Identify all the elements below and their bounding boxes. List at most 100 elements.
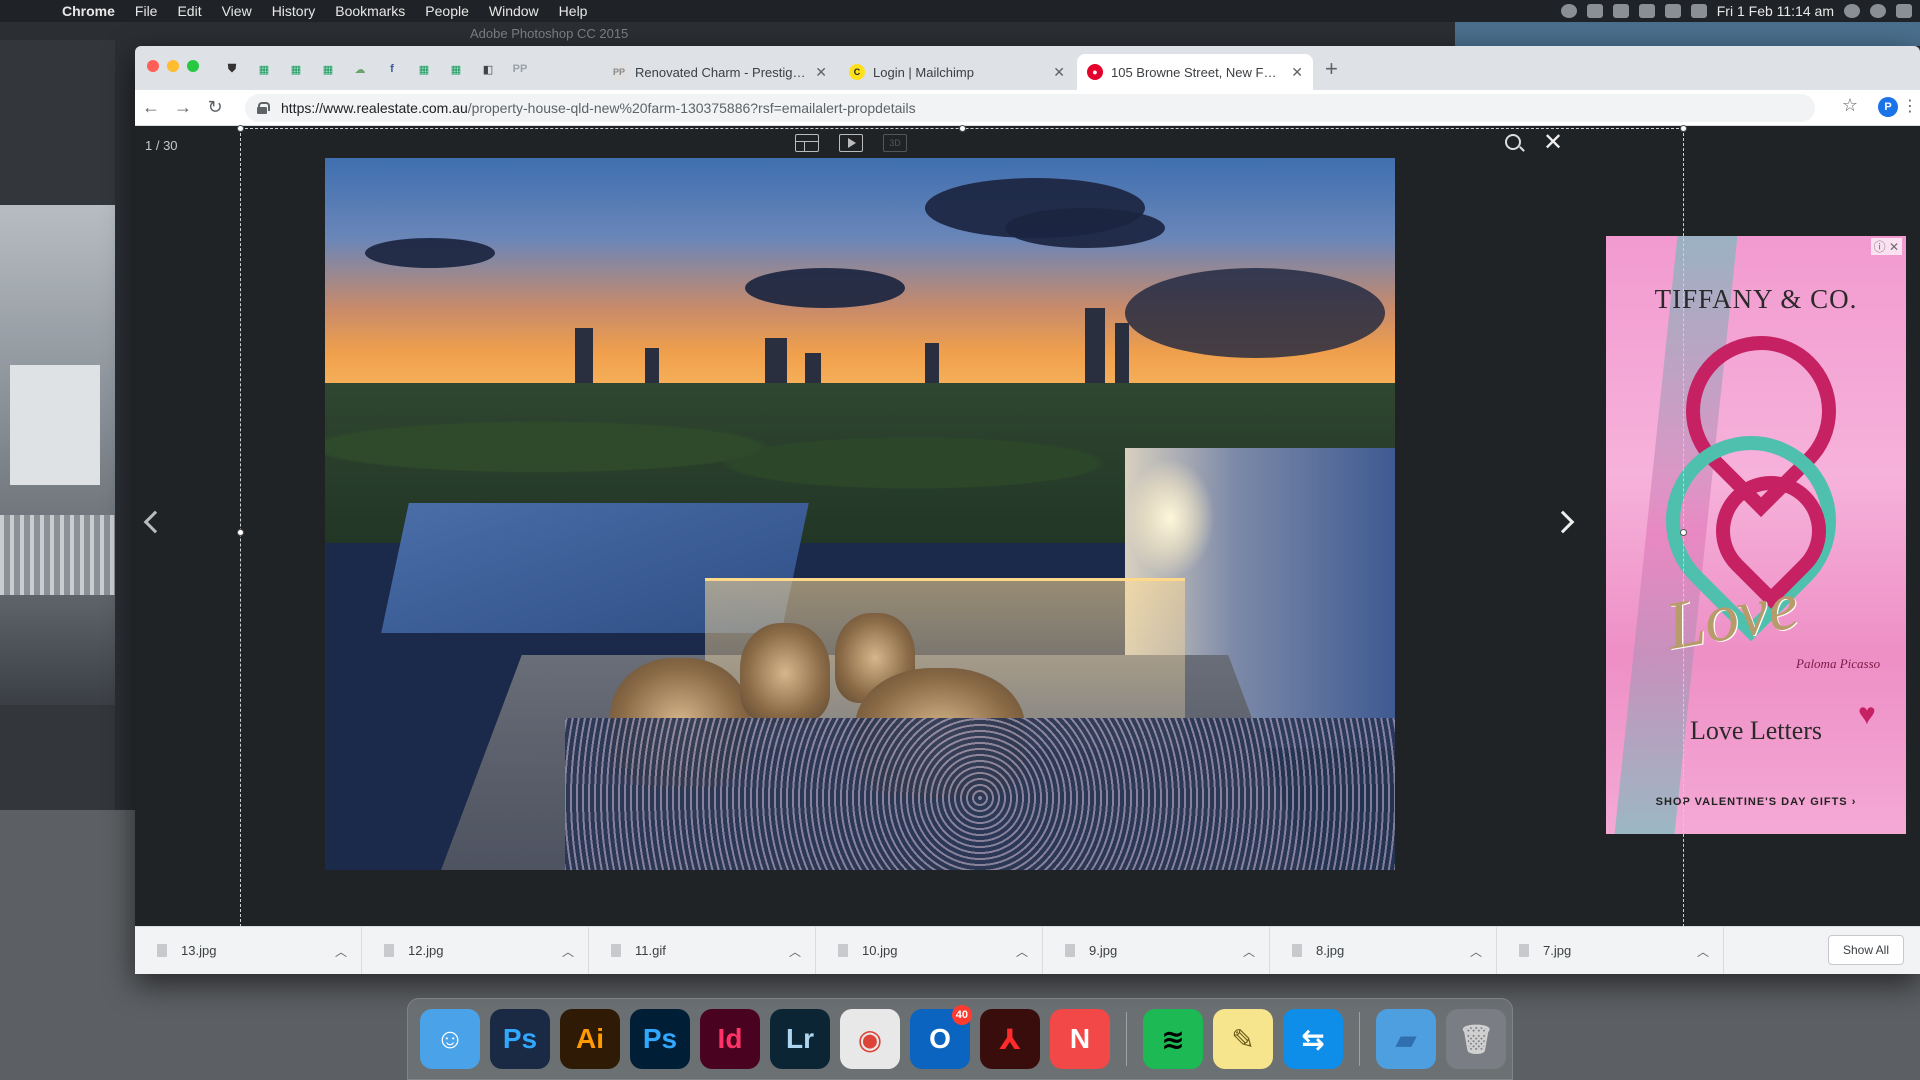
close-window-button[interactable] (147, 60, 159, 72)
photoshop-title: Adobe Photoshop CC 2015 (470, 26, 629, 41)
siri-icon[interactable] (1870, 4, 1886, 18)
download-item[interactable]: 7.jpg ︿ (1497, 926, 1724, 974)
selection-handle[interactable] (1680, 125, 1687, 132)
eject-icon[interactable] (1664, 4, 1681, 18)
dock-photoshop-icon[interactable]: Ps (630, 1009, 690, 1069)
menu-people[interactable]: People (415, 3, 479, 19)
tour-3d-icon[interactable]: 3D (883, 134, 907, 152)
previous-photo-icon[interactable] (143, 510, 167, 534)
ad-cta[interactable]: SHOP VALENTINE'S DAY GIFTS › (1606, 796, 1906, 808)
download-item[interactable]: 9.jpg ︿ (1043, 926, 1270, 974)
chevron-up-icon[interactable]: ︿ (1243, 943, 1255, 960)
dock-finder-icon[interactable]: ☺ (420, 1009, 480, 1069)
menu-help[interactable]: Help (549, 3, 598, 19)
tab-105-browne-street[interactable]: ● 105 Browne Street, New Farm, ✕ (1077, 54, 1313, 90)
close-tab-icon[interactable]: ✕ (1053, 64, 1065, 81)
minimize-window-button[interactable] (167, 60, 179, 72)
dock-illustrator-icon[interactable]: Ai (560, 1009, 620, 1069)
spotlight-icon[interactable] (1844, 4, 1860, 18)
lock-icon[interactable] (257, 102, 270, 114)
chevron-up-icon[interactable]: ︿ (562, 943, 574, 960)
volume-icon[interactable] (1690, 4, 1707, 18)
tab-mailchimp[interactable]: C Login | Mailchimp ✕ (839, 54, 1075, 90)
dock-chrome-icon[interactable]: ◉ (840, 1009, 900, 1069)
wifi-icon[interactable] (1638, 4, 1655, 18)
close-tab-icon[interactable]: ✕ (815, 64, 827, 81)
download-item[interactable]: 12.jpg ︿ (362, 926, 589, 974)
pp-icon[interactable]: PP (511, 60, 529, 78)
chevron-up-icon[interactable]: ︿ (789, 943, 801, 960)
creative-cloud-icon[interactable] (1560, 4, 1577, 18)
dock-app-label: ◉ (857, 1023, 883, 1055)
download-item[interactable]: 11.gif ︿ (589, 926, 816, 974)
photo-wicker-chair (740, 623, 830, 723)
zoom-icon[interactable] (1505, 134, 1521, 150)
close-gallery-button[interactable]: ✕ (1543, 128, 1563, 157)
property-photo[interactable] (325, 158, 1395, 870)
download-item[interactable]: 10.jpg ︿ (816, 926, 1043, 974)
file-icon (838, 944, 848, 957)
tiffany-ad[interactable]: ⓘ ✕ TIFFANY & CO. Love Paloma Picasso ♥ … (1606, 236, 1906, 834)
shield-icon[interactable]: ⛊ (223, 60, 241, 78)
menu-bookmarks[interactable]: Bookmarks (325, 3, 415, 19)
sheets-icon[interactable]: ▦ (287, 60, 305, 78)
address-bar[interactable]: https://www.realestate.com.au/property-h… (245, 94, 1815, 122)
clock[interactable]: Fri 1 Feb 11:14 am (1717, 3, 1834, 19)
file-icon (611, 944, 621, 957)
show-all-downloads-button[interactable]: Show All (1827, 935, 1904, 965)
notification-center-icon[interactable] (1896, 4, 1912, 18)
chevron-up-icon[interactable]: ︿ (1697, 943, 1709, 960)
menu-kebab-icon[interactable]: ⋮ (1902, 96, 1918, 116)
cloud-icon[interactable]: ☁ (351, 60, 369, 78)
download-item[interactable]: 8.jpg ︿ (1270, 926, 1497, 974)
sheets-icon[interactable]: ▦ (415, 60, 433, 78)
sheets-icon[interactable]: ▦ (319, 60, 337, 78)
download-item[interactable]: 13.jpg ︿ (135, 926, 362, 974)
app-icon[interactable]: ◧ (479, 60, 497, 78)
dock-spotify-icon[interactable]: ≋ (1143, 1009, 1203, 1069)
bluetooth-icon[interactable] (1612, 4, 1629, 18)
new-tab-button[interactable]: + (1325, 56, 1338, 82)
video-play-icon[interactable] (839, 134, 863, 152)
chevron-up-icon[interactable]: ︿ (1470, 943, 1482, 960)
menu-history[interactable]: History (262, 3, 326, 19)
dock-app-label: Ai (576, 1023, 604, 1054)
sheets-icon[interactable]: ▦ (447, 60, 465, 78)
dock-stickies-icon[interactable]: ✎ (1213, 1009, 1273, 1069)
menu-file[interactable]: File (125, 3, 168, 19)
dock-acrobat-icon[interactable]: ⅄ (980, 1009, 1040, 1069)
menu-view[interactable]: View (212, 3, 262, 19)
selection-handle[interactable] (237, 125, 244, 132)
dock-lightroom-icon[interactable]: Lr (770, 1009, 830, 1069)
menu-app[interactable]: Chrome (52, 3, 125, 19)
dock-downloads-icon[interactable]: Ps (490, 1009, 550, 1069)
dock-trash-icon[interactable]: 🗑 (1446, 1009, 1506, 1069)
fullscreen-window-button[interactable] (187, 60, 199, 72)
chevron-up-icon[interactable]: ︿ (1016, 943, 1028, 960)
mailchimp-icon: C (849, 64, 865, 80)
close-tab-icon[interactable]: ✕ (1291, 64, 1303, 81)
dock-app-label: 🗑 (1458, 1023, 1494, 1055)
dock-indesign-icon[interactable]: Id (700, 1009, 760, 1069)
floorplan-icon[interactable] (795, 134, 819, 152)
menu-edit[interactable]: Edit (167, 3, 211, 19)
profile-avatar[interactable]: P (1878, 97, 1898, 117)
dropbox-icon[interactable] (1586, 4, 1603, 18)
tab-renovated-charm[interactable]: PP Renovated Charm - Prestige P ✕ (601, 54, 837, 90)
forward-button[interactable]: → (167, 97, 199, 118)
dock-teamviewer-icon[interactable]: ⇆ (1283, 1009, 1343, 1069)
chevron-up-icon[interactable]: ︿ (335, 943, 347, 960)
selection-handle[interactable] (959, 125, 966, 132)
facebook-icon[interactable]: f (383, 60, 401, 78)
reload-button[interactable]: ↻ (199, 97, 231, 118)
menu-window[interactable]: Window (479, 3, 549, 19)
dock-folder-icon[interactable]: ▰ (1376, 1009, 1436, 1069)
back-button[interactable]: ← (135, 97, 167, 118)
dock-news-icon[interactable]: N (1050, 1009, 1110, 1069)
bookmark-star-icon[interactable]: ☆ (1842, 95, 1858, 116)
sheets-icon[interactable]: ▦ (255, 60, 273, 78)
ad-close-icon[interactable]: ⓘ ✕ (1870, 238, 1902, 255)
next-photo-icon[interactable] (1551, 510, 1575, 534)
selection-handle[interactable] (237, 529, 244, 536)
dock-outlook-icon[interactable]: O 40 (910, 1005, 972, 1069)
